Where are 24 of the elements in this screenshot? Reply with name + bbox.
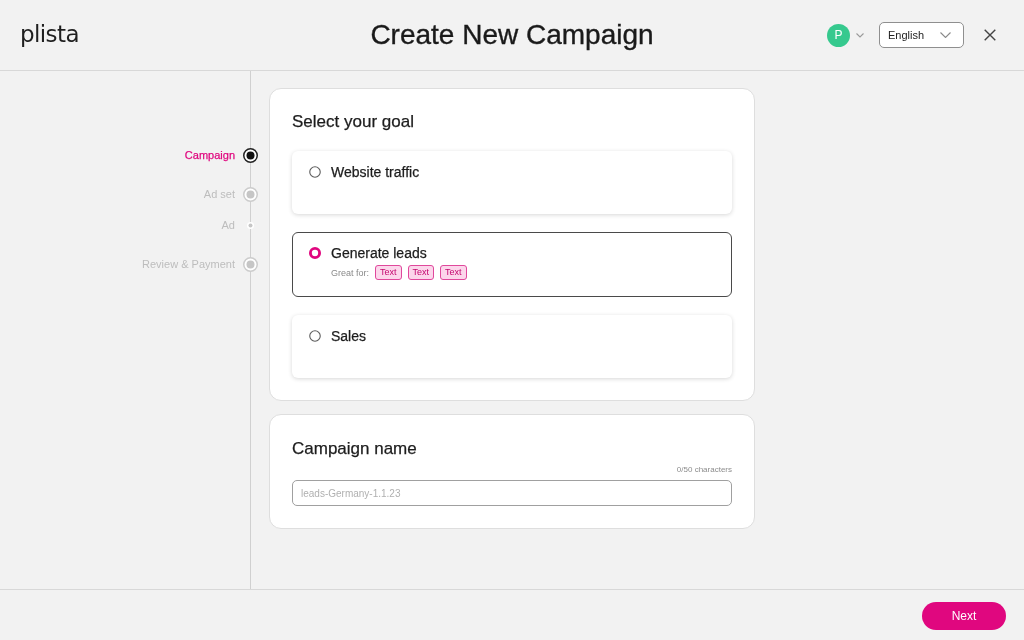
page-title: Create New Campaign bbox=[370, 17, 654, 52]
close-icon[interactable] bbox=[984, 29, 996, 41]
tag: Text bbox=[407, 265, 435, 280]
tag: Text bbox=[440, 265, 467, 280]
goal-option[interactable]: Sales bbox=[292, 315, 732, 378]
character-counter: 0/50 characters bbox=[676, 465, 732, 475]
option-label: Generate leads bbox=[331, 245, 427, 261]
option-label: Website traffic bbox=[331, 164, 420, 180]
step-label[interactable]: Campaign bbox=[184, 149, 235, 161]
hint-text: Great for: bbox=[331, 267, 369, 278]
card-title: Select your goal bbox=[292, 111, 415, 133]
radio-icon[interactable] bbox=[309, 330, 321, 342]
card-title: Campaign name bbox=[292, 438, 418, 460]
language-select[interactable]: English bbox=[879, 22, 964, 48]
goal-option[interactable]: Website traffic bbox=[292, 151, 732, 214]
goal-option[interactable]: Generate leads Great for: Text Text Text bbox=[292, 232, 732, 297]
campaign-name-input[interactable]: leads-Germany-1.1.23 bbox=[292, 480, 732, 506]
radio-icon[interactable] bbox=[309, 166, 321, 178]
tag: Text bbox=[375, 265, 402, 280]
chevron-icon bbox=[940, 32, 951, 38]
next-button[interactable]: Next bbox=[922, 602, 1006, 630]
radio-icon[interactable] bbox=[309, 247, 321, 259]
logo: plista bbox=[20, 20, 79, 49]
option-label: Sales bbox=[331, 328, 367, 344]
